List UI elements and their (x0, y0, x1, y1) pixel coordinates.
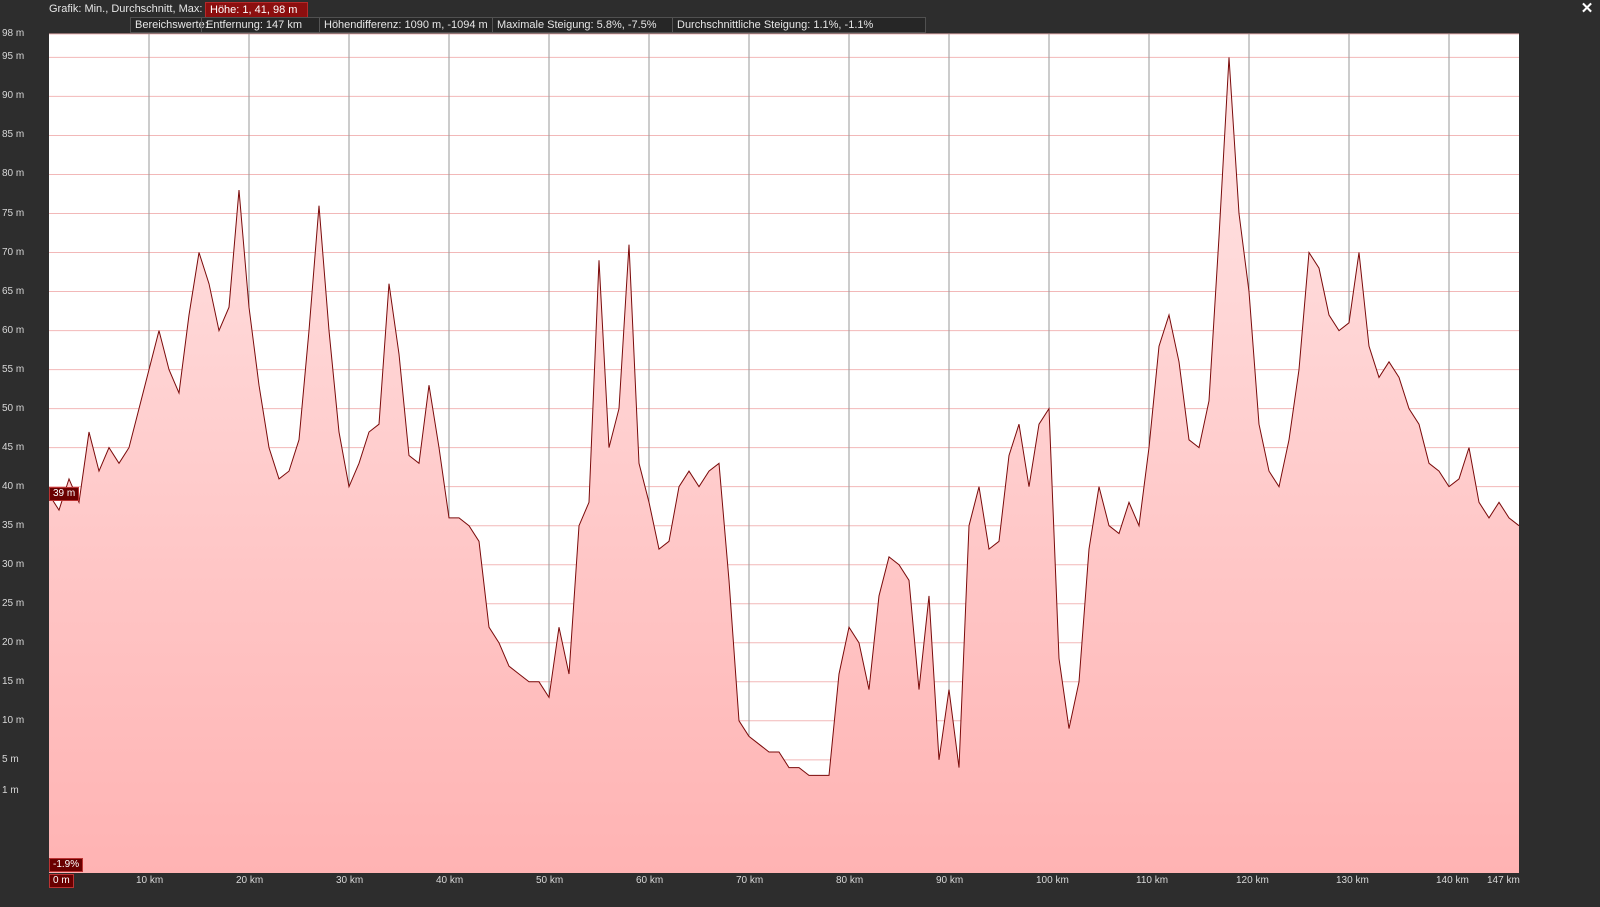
x-tick-label: 90 km (936, 875, 964, 886)
y-tick-label: 98 m (2, 28, 25, 39)
y-tick-label: 85 m (2, 129, 25, 141)
y-tick-label: 65 m (2, 285, 25, 297)
x-tick-label: 100 km (1036, 875, 1069, 886)
x-tick-label: 70 km (736, 875, 764, 886)
y-tick-label: 30 m (2, 558, 25, 570)
y-tick-label: 1 m (2, 785, 19, 797)
y-tick-label: 80 m (2, 168, 25, 180)
x-tick-label: 120 km (1236, 875, 1269, 886)
y-tick-label: 55 m (2, 363, 25, 375)
y-tick-label: 40 m (2, 480, 25, 492)
current-slope-badge: -1.9% (49, 858, 84, 872)
x-start-label: 0 m (49, 874, 74, 888)
x-tick-label: 50 km (536, 875, 564, 886)
y-tick-label: 75 m (2, 207, 25, 219)
y-tick-label: 35 m (2, 519, 25, 531)
y-tick-label: 15 m (2, 675, 25, 687)
x-tick-label: 60 km (636, 875, 664, 886)
y-tick-label: 70 m (2, 246, 25, 258)
x-end-label: 147 km (1487, 875, 1520, 886)
elevation-chart[interactable] (0, 0, 1600, 907)
y-tick-label: 10 m (2, 714, 25, 726)
x-tick-label: 110 km (1136, 875, 1169, 886)
x-tick-label: 10 km (136, 875, 164, 886)
y-tick-label: 95 m (2, 51, 25, 63)
x-tick-label: 130 km (1336, 875, 1369, 886)
y-tick-label: 90 m (2, 90, 25, 102)
y-tick-label: 5 m (2, 753, 19, 765)
x-tick-label: 20 km (236, 875, 264, 886)
x-tick-label: 140 km (1436, 875, 1469, 886)
y-tick-label: 50 m (2, 402, 25, 414)
y-tick-label: 20 m (2, 636, 25, 648)
y-tick-label: 60 m (2, 324, 25, 336)
current-height-badge: 39 m (49, 487, 80, 502)
y-tick-label: 45 m (2, 441, 25, 453)
y-tick-label: 25 m (2, 597, 25, 609)
x-tick-label: 30 km (336, 875, 364, 886)
x-tick-label: 40 km (436, 875, 464, 886)
x-tick-label: 80 km (836, 875, 864, 886)
